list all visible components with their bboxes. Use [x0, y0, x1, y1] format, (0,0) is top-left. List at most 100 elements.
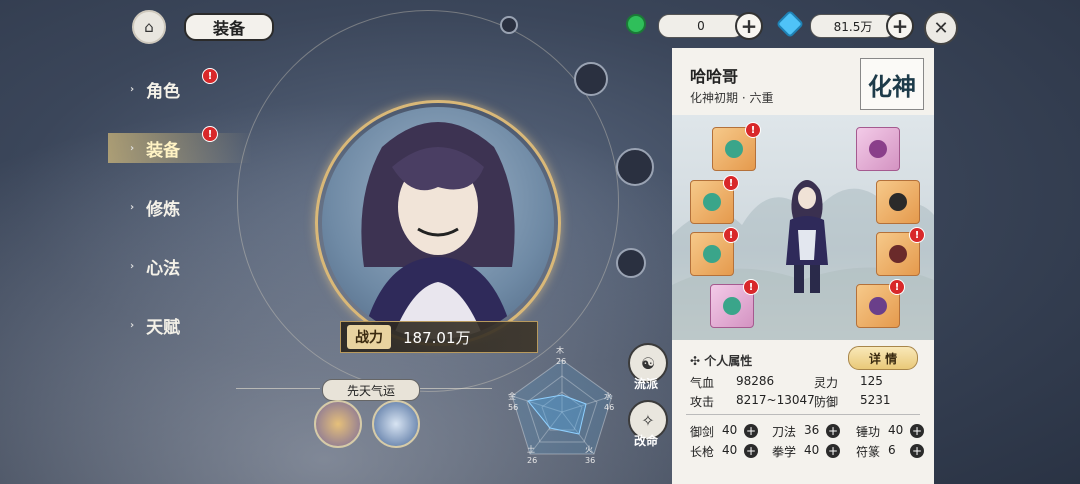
- hp-value: 98286: [736, 374, 775, 388]
- equipment-slot-talisman[interactable]: !: [856, 279, 905, 328]
- chevron-right-icon: ›: [130, 142, 135, 154]
- combat-power-value: 187.01万: [403, 328, 471, 347]
- skill-sword-label: 御剑: [690, 425, 715, 439]
- menu-item-mind-method[interactable]: › 心法: [130, 251, 240, 281]
- close-button[interactable]: ✕: [924, 11, 958, 45]
- menu-item-cultivation[interactable]: › 修炼: [130, 192, 240, 222]
- radar-value-water: 46: [604, 403, 615, 412]
- menu-item-label: 角色: [146, 81, 181, 102]
- menu-item-label: 天赋: [146, 317, 181, 338]
- menu-item-role[interactable]: › 角色: [130, 74, 240, 104]
- radar-label-wood: 木: [556, 346, 564, 355]
- chevron-right-icon: ›: [130, 201, 135, 213]
- notification-badge: !: [889, 279, 905, 295]
- chevron-right-icon: ›: [130, 319, 135, 331]
- equipment-slot-weapon[interactable]: !: [712, 122, 761, 171]
- equipment-slot-necklace[interactable]: [856, 127, 900, 171]
- innate-fortune-title: 先天气运: [322, 379, 420, 401]
- chevron-right-icon: ›: [130, 260, 135, 272]
- realm-badge: 化神: [860, 58, 924, 110]
- home-icon[interactable]: ⌂: [132, 10, 166, 44]
- equipment-slot-ring-1[interactable]: [876, 180, 920, 224]
- moon-orb: [500, 16, 518, 34]
- skill-spear-label: 长枪: [690, 445, 715, 459]
- character-portrait[interactable]: [322, 107, 554, 339]
- necklace-icon: [869, 140, 887, 158]
- belt-icon: [703, 245, 721, 263]
- radar-value-wood: 26: [556, 357, 567, 366]
- equipment-slot-boots[interactable]: !: [710, 279, 759, 328]
- upgrade-skill-button[interactable]: +: [910, 424, 924, 438]
- skill-fist-value: 40: [804, 443, 820, 457]
- personal-attributes-label: 个人属性: [704, 354, 753, 368]
- attack-label: 攻击: [690, 395, 715, 409]
- notification-badge: !: [745, 122, 761, 138]
- divider: [420, 388, 492, 389]
- ring-icon: [889, 193, 907, 211]
- defense-value: 5231: [860, 393, 891, 407]
- fortune-slot-2[interactable]: [372, 400, 420, 448]
- radar-label-fire: 火: [585, 445, 593, 454]
- menu-item-talent[interactable]: › 天赋: [130, 310, 240, 340]
- skill-spear-value: 40: [722, 443, 738, 457]
- spirit-value: 125: [860, 374, 883, 388]
- combat-power-label: 战力: [347, 325, 391, 349]
- menu-item-label: 修炼: [146, 199, 181, 220]
- ring-icon: [889, 245, 907, 263]
- upgrade-skill-button[interactable]: +: [744, 444, 758, 458]
- boots-icon: [723, 297, 741, 315]
- attack-value: 8217~13047: [736, 393, 815, 407]
- personal-attributes-heading: ✣ 个人属性: [690, 352, 752, 369]
- upgrade-skill-button[interactable]: +: [910, 444, 924, 458]
- skill-blade-label: 刀法: [772, 425, 797, 439]
- equipment-slot-ring-2[interactable]: !: [876, 227, 925, 276]
- upgrade-skill-button[interactable]: +: [744, 424, 758, 438]
- menu-item-label: 装备: [146, 140, 181, 161]
- add-jade-button[interactable]: +: [735, 12, 763, 40]
- notification-badge: !: [723, 227, 739, 243]
- moon-orb: [616, 248, 646, 278]
- notification-badge: !: [723, 175, 739, 191]
- divider: [686, 414, 920, 415]
- details-button[interactable]: 详 情: [848, 346, 918, 370]
- spirit-label: 灵力: [814, 376, 839, 390]
- radar-label-metal: 金: [508, 392, 516, 401]
- skill-talisman-label: 符篆: [856, 445, 881, 459]
- change-fate-label: 改命: [633, 434, 658, 448]
- character-name: 哈哈哥: [690, 67, 739, 86]
- talisman-icon: [869, 297, 887, 315]
- page-title: 装备: [184, 13, 274, 41]
- character-portrait-art: [361, 122, 515, 339]
- school-icon: ☯: [640, 353, 656, 373]
- notification-badge: !: [743, 279, 759, 295]
- skill-hammer-label: 锤功: [856, 425, 881, 439]
- skill-fist-label: 拳学: [772, 445, 797, 459]
- skill-sword-value: 40: [722, 423, 738, 437]
- notification-badge: !: [202, 68, 218, 84]
- jade-coin-icon: [626, 14, 646, 34]
- radar-value-earth: 26: [527, 456, 538, 465]
- resource-jade-value: 0: [658, 14, 744, 38]
- equipment-slot-armor[interactable]: !: [690, 175, 739, 224]
- notification-badge: !: [909, 227, 925, 243]
- sparkle-icon: ✣: [690, 354, 705, 368]
- upgrade-skill-button[interactable]: +: [826, 444, 840, 458]
- add-spirit-stone-button[interactable]: +: [886, 12, 914, 40]
- moon-orb: [574, 62, 608, 96]
- skill-hammer-value: 40: [888, 423, 904, 437]
- character-model[interactable]: [778, 170, 836, 298]
- menu-item-label: 心法: [146, 258, 181, 279]
- school-label: 流派: [633, 377, 658, 391]
- radar-value-metal: 56: [508, 403, 519, 412]
- fortune-slot-1[interactable]: [314, 400, 362, 448]
- skill-talisman-value: 6: [888, 443, 896, 457]
- equipment-slot-belt[interactable]: !: [690, 227, 739, 276]
- sword-icon: [725, 140, 743, 158]
- skill-blade-value: 36: [804, 423, 820, 437]
- upgrade-skill-button[interactable]: +: [826, 424, 840, 438]
- menu-item-equipment[interactable]: › 装备: [108, 133, 252, 163]
- defense-label: 防御: [814, 395, 839, 409]
- change-fate-icon: ✧: [641, 410, 655, 430]
- radar-value-fire: 36: [585, 456, 596, 465]
- resource-spirit-stone-value: 81.5万: [810, 14, 896, 38]
